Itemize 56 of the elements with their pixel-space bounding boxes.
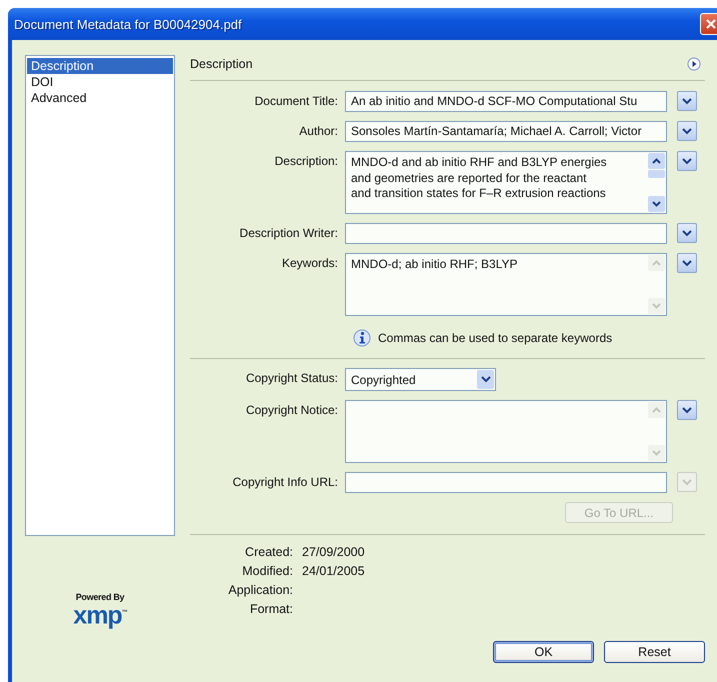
menu-button[interactable] [677,121,697,141]
dialog-button[interactable]: Reset [604,641,705,663]
panel-heading: Description [190,57,253,71]
chevron-icon [682,406,692,414]
category-item[interactable]: Description [27,58,173,74]
chevron-icon [682,260,692,266]
menu-button[interactable] [677,91,697,111]
chevron-icon [682,478,692,486]
text-area[interactable]: MNDO-d and ab initio RHF and B3LYP energies and geometries are reported for the reactant and transition states for F–R extrusion reactions [345,151,667,214]
text-field[interactable]: Sonsoles Martín-Santamaría; Michael A. Carroll; Victor [345,121,667,142]
info-label: Modified: [241,563,293,579]
menu-button[interactable] [677,400,697,420]
logo-tagline: Powered By [76,592,124,602]
info-label: Application: [227,582,293,598]
category-item[interactable]: DOI [27,74,173,90]
field-label: Author: [298,123,339,140]
info-label: Format: [248,601,293,617]
field-text: MNDO-d and ab initio RHF and B3LYP energies and geometries are reported for the reactant and transition states for F–R extrusion reactions [350,154,608,202]
text-field[interactable]: An ab initio and MNDO-d SCF-MO Computational Stu [345,91,667,112]
hint-text: Commas can be used to separate keywords [378,331,612,345]
field-label: Copyright Notice: [244,402,339,419]
field-label: Keywords: [280,255,339,272]
chevron-icon [682,128,692,134]
scroll-down-icon[interactable] [652,201,661,207]
text-area[interactable]: MNDO-d; ab initio RHF; B3LYP [345,253,667,316]
window-title: Document Metadata for B00042904.pdf [14,16,242,32]
text-area[interactable] [345,400,667,463]
text-field[interactable] [345,472,667,493]
field-text: MNDO-d; ab initio RHF; B3LYP [350,256,518,273]
text-field[interactable] [345,223,667,244]
scrollbar[interactable] [648,153,665,212]
field-label: Copyright Info URL: [232,474,339,491]
menu-button[interactable] [677,151,697,171]
info-label: Created: [244,544,293,560]
chevron-icon [480,376,490,383]
info-value: 24/01/2005 [302,563,366,579]
forward-icon[interactable] [687,57,701,71]
dialog-button[interactable]: OK [493,641,594,663]
status-dropdown[interactable]: Copyrighted [345,368,496,391]
field-label: Copyright Status: [244,370,339,387]
menu-button[interactable] [677,253,697,273]
scroll-up-icon[interactable] [652,158,661,164]
category-item[interactable]: Advanced [27,90,173,106]
chevron-icon [682,230,692,236]
info-icon [352,329,372,347]
field-label: Description Writer: [238,225,339,242]
menu-button[interactable] [677,223,697,243]
field-label: Document Title: [254,93,339,110]
chevron-icon [682,98,692,104]
close-icon [705,18,717,30]
info-value: 27/09/2000 [302,544,366,560]
close-button[interactable] [700,13,717,35]
logo-wordmark: xmp$^{™}$ [73,602,127,626]
field-label: Description: [274,153,339,170]
chevron-icon [682,158,692,164]
scroll-thumb[interactable] [648,170,665,178]
